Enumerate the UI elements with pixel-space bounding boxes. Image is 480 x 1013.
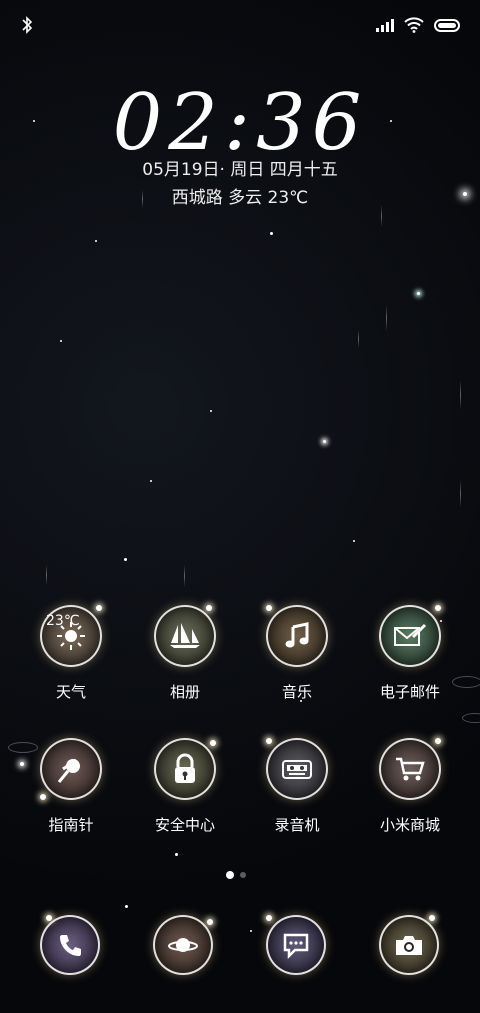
app-email-ring: [379, 605, 441, 667]
signal-icon: [376, 18, 394, 32]
app-label: 音乐: [281, 683, 312, 701]
app-label: 录音机: [274, 816, 320, 834]
app-label: 相册: [169, 683, 200, 701]
app-label: 天气: [55, 683, 86, 701]
wifi-icon: [404, 17, 424, 33]
page-indicator: [226, 871, 246, 879]
app-compass[interactable]: 指南针: [16, 738, 126, 835]
app-mi-store[interactable]: 小米商城: [355, 738, 465, 835]
app-gallery-ring: [154, 605, 216, 667]
camera-icon: [384, 920, 434, 970]
dock-phone[interactable]: [15, 915, 125, 975]
page-dot-active[interactable]: [226, 871, 234, 879]
dock-messages[interactable]: [241, 915, 351, 975]
sailboats-icon: [160, 611, 210, 661]
chat-bubble-icon: [271, 920, 321, 970]
app-label: 指南针: [48, 816, 94, 834]
app-music[interactable]: 音乐: [242, 605, 352, 702]
weather-summary: 西城路 多云 23℃: [171, 188, 309, 208]
app-compass-ring: [40, 738, 102, 800]
recorder-icon: [272, 744, 322, 794]
compass-pin-icon: [46, 744, 96, 794]
app-label: 电子邮件: [379, 683, 440, 701]
dock-camera[interactable]: [354, 915, 464, 975]
lock-icon: [160, 744, 210, 794]
battery-icon: [434, 18, 460, 32]
bluetooth-icon: [22, 16, 33, 34]
home-screen: 02:36 05月19日· 周日 四月十五 西城路 多云 23℃ 23℃ 天气: [0, 0, 480, 1013]
planet-icon: [158, 920, 208, 970]
dock-phone-ring: [40, 915, 100, 975]
app-label: 小米商城: [379, 816, 440, 834]
dock-messages-ring: [266, 915, 326, 975]
app-label: 安全中心: [154, 816, 215, 834]
cart-icon: [385, 744, 435, 794]
app-mi-store-ring: [379, 738, 441, 800]
envelope-icon: [385, 611, 435, 661]
music-note-icon: [272, 611, 322, 661]
status-icons: [376, 14, 460, 36]
app-weather[interactable]: 23℃ 天气: [16, 605, 126, 702]
app-music-ring: [266, 605, 328, 667]
page-dot[interactable]: [240, 872, 246, 878]
status-bar: [0, 0, 480, 50]
phone-icon: [45, 920, 95, 970]
app-email[interactable]: 电子邮件: [355, 605, 465, 702]
dock-browser[interactable]: [128, 915, 238, 975]
dock-camera-ring: [379, 915, 439, 975]
dock-browser-ring: [153, 915, 213, 975]
app-recorder-ring: [266, 738, 328, 800]
app-security-ring: [154, 738, 216, 800]
app-recorder[interactable]: 录音机: [242, 738, 352, 835]
weather-badge: 23℃: [46, 613, 80, 629]
app-gallery[interactable]: 相册: [130, 605, 240, 702]
app-weather-ring: 23℃: [40, 605, 102, 667]
app-security[interactable]: 安全中心: [130, 738, 240, 835]
date-text: 05月19日· 周日 四月十五: [142, 160, 338, 180]
